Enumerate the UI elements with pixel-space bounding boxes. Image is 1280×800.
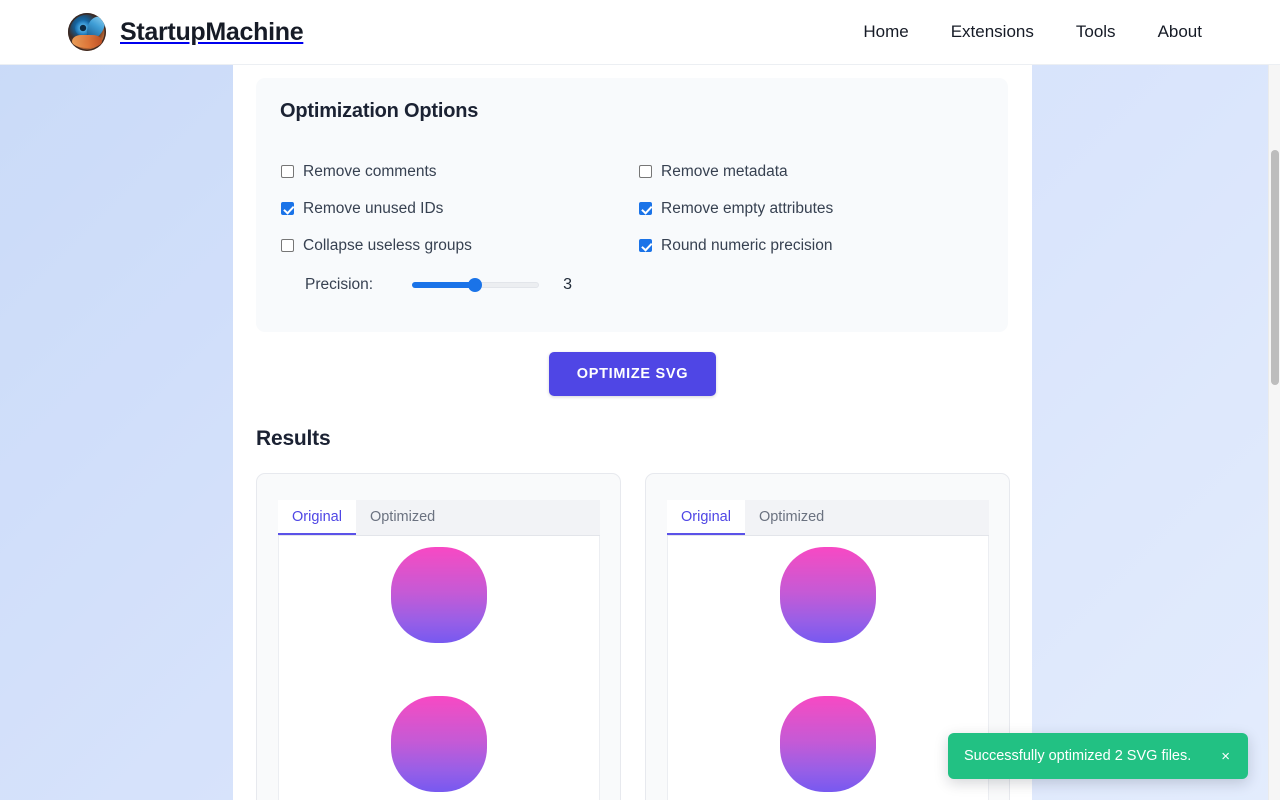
tab-optimized-1[interactable]: Optimized: [356, 500, 449, 535]
toast-close-icon[interactable]: ×: [1219, 747, 1232, 766]
svg-blob-icon: [391, 547, 487, 643]
svg-blob-icon: [780, 696, 876, 792]
option-label: Collapse useless groups: [303, 236, 472, 254]
brand-home-link[interactable]: StartupMachine: [68, 13, 304, 51]
result-card-1: Original Optimized: [256, 473, 621, 800]
option-label: Remove empty attributes: [661, 199, 834, 217]
tab-original-1[interactable]: Original: [278, 500, 356, 535]
checkbox-remove-metadata-icon[interactable]: [639, 165, 652, 178]
checkbox-round-numeric-precision-icon[interactable]: [639, 239, 652, 252]
svg-blob-icon: [780, 547, 876, 643]
optimization-options-panel: Optimization Options Remove comments Rem…: [256, 78, 1008, 332]
toast-message: Successfully optimized 2 SVG files.: [964, 748, 1192, 764]
precision-slider[interactable]: [412, 278, 540, 292]
success-toast: Successfully optimized 2 SVG files. ×: [948, 733, 1248, 779]
nav-item-about[interactable]: About: [1158, 22, 1202, 42]
result-card-1-svg-preview: [278, 536, 600, 800]
tab-original-2[interactable]: Original: [667, 500, 745, 535]
option-collapse-useless-groups[interactable]: Collapse useless groups: [281, 227, 472, 264]
option-label: Remove metadata: [661, 162, 788, 180]
precision-control: Precision: 3: [305, 276, 572, 294]
site-header: StartupMachine Home Extensions Tools Abo…: [0, 0, 1280, 65]
vertical-scrollbar-thumb[interactable]: [1271, 150, 1279, 385]
nav-item-home[interactable]: Home: [863, 22, 908, 42]
tab-optimized-2[interactable]: Optimized: [745, 500, 838, 535]
option-label: Round numeric precision: [661, 236, 833, 254]
option-label: Remove unused IDs: [303, 199, 444, 217]
optimization-options-left-column: Remove comments Remove unused IDs Collap…: [281, 153, 472, 264]
results-title: Results: [256, 427, 331, 450]
precision-slider-thumb[interactable]: [468, 278, 483, 292]
results-grid: Original Optimized Original Optimized: [256, 473, 1010, 800]
precision-value: 3: [563, 276, 572, 293]
result-card-1-tabbar: Original Optimized: [278, 500, 600, 536]
option-remove-comments[interactable]: Remove comments: [281, 153, 472, 190]
precision-label: Precision:: [305, 276, 374, 293]
option-label: Remove comments: [303, 162, 437, 180]
brand-title: StartupMachine: [120, 17, 304, 46]
page-scroll-area: Optimization Options Remove comments Rem…: [0, 65, 1268, 800]
startup-machine-logo-icon: [68, 13, 106, 51]
result-card-2-svg-preview: [667, 536, 989, 800]
optimization-options-title: Optimization Options: [280, 100, 479, 122]
vertical-scrollbar[interactable]: [1268, 65, 1280, 800]
checkbox-remove-empty-attributes-icon[interactable]: [639, 202, 652, 215]
result-card-2-tabbar: Original Optimized: [667, 500, 989, 536]
nav-item-extensions[interactable]: Extensions: [951, 22, 1034, 42]
svg-blob-icon: [391, 696, 487, 792]
optimization-options-right-column: Remove metadata Remove empty attributes …: [639, 153, 833, 264]
option-remove-unused-ids[interactable]: Remove unused IDs: [281, 190, 472, 227]
checkbox-remove-unused-ids-icon[interactable]: [281, 202, 294, 215]
checkbox-collapse-useless-groups-icon[interactable]: [281, 239, 294, 252]
option-remove-metadata[interactable]: Remove metadata: [639, 153, 833, 190]
content-column: Optimization Options Remove comments Rem…: [233, 65, 1032, 800]
nav-item-tools[interactable]: Tools: [1076, 22, 1116, 42]
checkbox-remove-comments-icon[interactable]: [281, 165, 294, 178]
main-nav: Home Extensions Tools About: [863, 22, 1202, 42]
option-remove-empty-attributes[interactable]: Remove empty attributes: [639, 190, 833, 227]
optimize-svg-button[interactable]: OPTIMIZE SVG: [549, 352, 716, 396]
option-round-numeric-precision[interactable]: Round numeric precision: [639, 227, 833, 264]
